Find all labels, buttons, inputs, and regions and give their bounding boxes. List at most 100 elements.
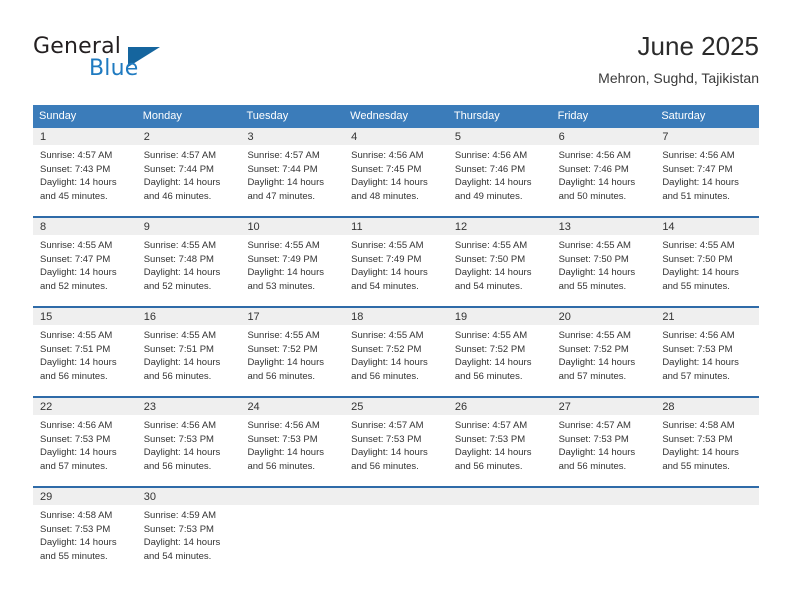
sunrise-time: Sunrise: 4:55 AM: [662, 240, 735, 251]
day-cell-20[interactable]: 20 Sunrise: 4:55 AM Sunset: 7:52 PM Dayligh…: [551, 308, 656, 396]
day-cell-26[interactable]: 26 Sunrise: 4:57 AM Sunset: 7:53 PM Dayligh…: [447, 398, 552, 486]
sunset-time: Sunset: 7:53 PM: [40, 523, 111, 535]
daylight-duration-line2: and 50 minutes.: [558, 190, 627, 202]
sunset-time: Sunset: 7:53 PM: [558, 433, 629, 445]
sunrise-time: Sunrise: 4:55 AM: [558, 240, 631, 251]
daylight-duration-line1: Daylight: 14 hours: [247, 357, 325, 368]
day-number: 3: [240, 128, 345, 145]
daylight-duration-line2: and 56 minutes.: [247, 370, 316, 382]
weekday-header-saturday: Saturday: [661, 110, 706, 122]
day-cell-30[interactable]: 30 Sunrise: 4:59 AM Sunset: 7:53 PM Dayligh…: [136, 488, 241, 576]
daylight-duration-line1: Daylight: 14 hours: [143, 357, 221, 368]
day-cell-6[interactable]: 6 Sunrise: 4:56 AM Sunset: 7:46 PM Daylight…: [551, 128, 656, 216]
sunset-time: Sunset: 7:52 PM: [247, 343, 318, 355]
sunrise-time: Sunrise: 4:56 AM: [143, 420, 217, 431]
sunset-time: Sunset: 7:45 PM: [351, 163, 422, 175]
sunset-time: Sunset: 7:49 PM: [351, 253, 422, 265]
day-cell-12[interactable]: 12 Sunrise: 4:55 AM Sunset: 7:50 PM Dayligh…: [447, 218, 552, 306]
day-cell-9[interactable]: 9 Sunrise: 4:55 AM Sunset: 7:48 PM Daylight…: [136, 218, 241, 306]
sunrise-time: Sunrise: 4:55 AM: [454, 240, 528, 251]
day-cell-8[interactable]: 8 Sunrise: 4:55 AM Sunset: 7:47 PM Daylight…: [33, 218, 137, 306]
day-cell-11[interactable]: 11 Sunrise: 4:55 AM Sunset: 7:49 PM Dayligh…: [344, 218, 448, 306]
day-cell-4[interactable]: 4 Sunrise: 4:56 AM Sunset: 7:45 PM Daylight…: [344, 128, 448, 216]
daylight-duration-line1: Daylight: 14 hours: [40, 447, 117, 458]
day-details: Sunrise: 4:57 AM Sunset: 7:43 PM Daylight:…: [33, 145, 137, 216]
day-cell-10[interactable]: 10 Sunrise: 4:55 AM Sunset: 7:49 PM Dayligh…: [240, 218, 345, 306]
day-cell-21[interactable]: 21 Sunrise: 4:56 AM Sunset: 7:53 PM Dayligh…: [655, 308, 760, 396]
day-cell-2[interactable]: 2 Sunrise: 4:57 AM Sunset: 7:44 PM Daylight…: [136, 128, 241, 216]
day-details: Sunrise: 4:57 AM Sunset: 7:53 PM Daylight:…: [551, 415, 656, 486]
day-details: Sunrise: 4:55 AM Sunset: 7:52 PM Daylight:…: [447, 325, 552, 396]
day-cell-25[interactable]: 25 Sunrise: 4:57 AM Sunset: 7:53 PM Dayligh…: [344, 398, 448, 486]
weekday-header-sunday: Sunday: [39, 110, 77, 122]
general-blue-logo[interactable]: General Blue: [33, 34, 253, 90]
calendar-page: General Blue June 2025 Mehron, Sughd, Ta…: [0, 0, 792, 612]
daylight-duration-line2: and 56 minutes.: [558, 460, 627, 472]
day-details: [551, 505, 656, 576]
day-number: 13: [551, 218, 656, 235]
day-number: 9: [136, 218, 241, 235]
day-cell-16[interactable]: 16 Sunrise: 4:55 AM Sunset: 7:51 PM Dayligh…: [136, 308, 241, 396]
sunset-time: Sunset: 7:53 PM: [143, 523, 214, 535]
sunset-time: Sunset: 7:50 PM: [558, 253, 629, 265]
day-cell-13[interactable]: 13 Sunrise: 4:55 AM Sunset: 7:50 PM Dayligh…: [551, 218, 656, 306]
day-details: Sunrise: 4:55 AM Sunset: 7:51 PM Daylight:…: [136, 325, 241, 396]
day-cell-18[interactable]: 18 Sunrise: 4:55 AM Sunset: 7:52 PM Dayligh…: [344, 308, 448, 396]
day-number: 23: [136, 398, 241, 415]
sunrise-time: Sunrise: 4:57 AM: [454, 420, 528, 431]
daylight-duration-line1: Daylight: 14 hours: [143, 537, 221, 548]
day-cell-7[interactable]: 7 Sunrise: 4:56 AM Sunset: 7:47 PM Daylight…: [655, 128, 760, 216]
calendar-weeks: 1 Sunrise: 4:57 AM Sunset: 7:43 PM Daylight…: [33, 128, 760, 576]
calendar-week-row: 29 Sunrise: 4:58 AM Sunset: 7:53 PM Dayligh…: [33, 486, 760, 576]
day-number: 8: [33, 218, 137, 235]
day-cell-24[interactable]: 24 Sunrise: 4:56 AM Sunset: 7:53 PM Dayligh…: [240, 398, 345, 486]
day-details: Sunrise: 4:56 AM Sunset: 7:46 PM Daylight:…: [447, 145, 552, 216]
page-header: General Blue June 2025 Mehron, Sughd, Ta…: [33, 30, 759, 92]
day-number: 10: [240, 218, 345, 235]
sunset-time: Sunset: 7:48 PM: [143, 253, 214, 265]
page-location: Mehron, Sughd, Tajikistan: [598, 70, 759, 86]
day-details: [240, 505, 345, 576]
day-cell-17[interactable]: 17 Sunrise: 4:55 AM Sunset: 7:52 PM Dayligh…: [240, 308, 345, 396]
daylight-duration-line1: Daylight: 14 hours: [454, 177, 532, 188]
day-details: Sunrise: 4:56 AM Sunset: 7:53 PM Daylight:…: [655, 325, 760, 396]
day-cell-15[interactable]: 15 Sunrise: 4:55 AM Sunset: 7:51 PM Dayligh…: [33, 308, 137, 396]
day-cell-27[interactable]: 27 Sunrise: 4:57 AM Sunset: 7:53 PM Dayligh…: [551, 398, 656, 486]
weekday-header-row: Sunday Monday Tuesday Wednesday Thursday Frid…: [33, 105, 759, 128]
daylight-duration-line2: and 55 minutes.: [40, 550, 108, 562]
day-cell-29[interactable]: 29 Sunrise: 4:58 AM Sunset: 7:53 PM Dayligh…: [33, 488, 137, 576]
daylight-duration-line1: Daylight: 14 hours: [247, 177, 325, 188]
day-cell-19[interactable]: 19 Sunrise: 4:55 AM Sunset: 7:52 PM Dayligh…: [447, 308, 552, 396]
day-cell-5[interactable]: 5 Sunrise: 4:56 AM Sunset: 7:46 PM Daylight…: [447, 128, 552, 216]
daylight-duration-line1: Daylight: 14 hours: [143, 267, 221, 278]
daylight-duration-line1: Daylight: 14 hours: [662, 177, 739, 188]
day-details: Sunrise: 4:55 AM Sunset: 7:48 PM Daylight:…: [136, 235, 241, 306]
day-cell-3[interactable]: 3 Sunrise: 4:57 AM Sunset: 7:44 PM Daylight…: [240, 128, 345, 216]
daylight-duration-line1: Daylight: 14 hours: [351, 357, 428, 368]
sunset-time: Sunset: 7:47 PM: [40, 253, 111, 265]
sunset-time: Sunset: 7:47 PM: [662, 163, 733, 175]
day-details: Sunrise: 4:55 AM Sunset: 7:47 PM Daylight:…: [33, 235, 137, 306]
calendar-week-row: 8 Sunrise: 4:55 AM Sunset: 7:47 PM Daylight…: [33, 216, 760, 306]
day-number: 21: [655, 308, 760, 325]
daylight-duration-line1: Daylight: 14 hours: [662, 447, 739, 458]
day-cell-1[interactable]: 1 Sunrise: 4:57 AM Sunset: 7:43 PM Daylight…: [33, 128, 137, 216]
sunset-time: Sunset: 7:53 PM: [454, 433, 526, 445]
daylight-duration-line2: and 47 minutes.: [247, 190, 316, 202]
day-number: 16: [136, 308, 241, 325]
sunrise-time: Sunrise: 4:56 AM: [454, 150, 528, 161]
day-number: [551, 488, 656, 505]
day-cell-28[interactable]: 28 Sunrise: 4:58 AM Sunset: 7:53 PM Dayligh…: [655, 398, 760, 486]
day-details: Sunrise: 4:58 AM Sunset: 7:53 PM Daylight:…: [655, 415, 760, 486]
day-cell-14[interactable]: 14 Sunrise: 4:55 AM Sunset: 7:50 PM Dayligh…: [655, 218, 760, 306]
day-cell-22[interactable]: 22 Sunrise: 4:56 AM Sunset: 7:53 PM Dayligh…: [33, 398, 137, 486]
day-cell-23[interactable]: 23 Sunrise: 4:56 AM Sunset: 7:53 PM Dayligh…: [136, 398, 241, 486]
sunrise-time: Sunrise: 4:57 AM: [351, 420, 424, 431]
sunrise-time: Sunrise: 4:57 AM: [558, 420, 631, 431]
sunrise-time: Sunrise: 4:57 AM: [40, 150, 113, 161]
sunrise-time: Sunrise: 4:56 AM: [558, 150, 631, 161]
weekday-header-tuesday: Tuesday: [246, 110, 289, 122]
weekday-header-wednesday: Wednesday: [350, 110, 409, 122]
day-details: Sunrise: 4:56 AM Sunset: 7:47 PM Daylight:…: [655, 145, 760, 216]
logo-text-blue: Blue: [89, 56, 139, 81]
